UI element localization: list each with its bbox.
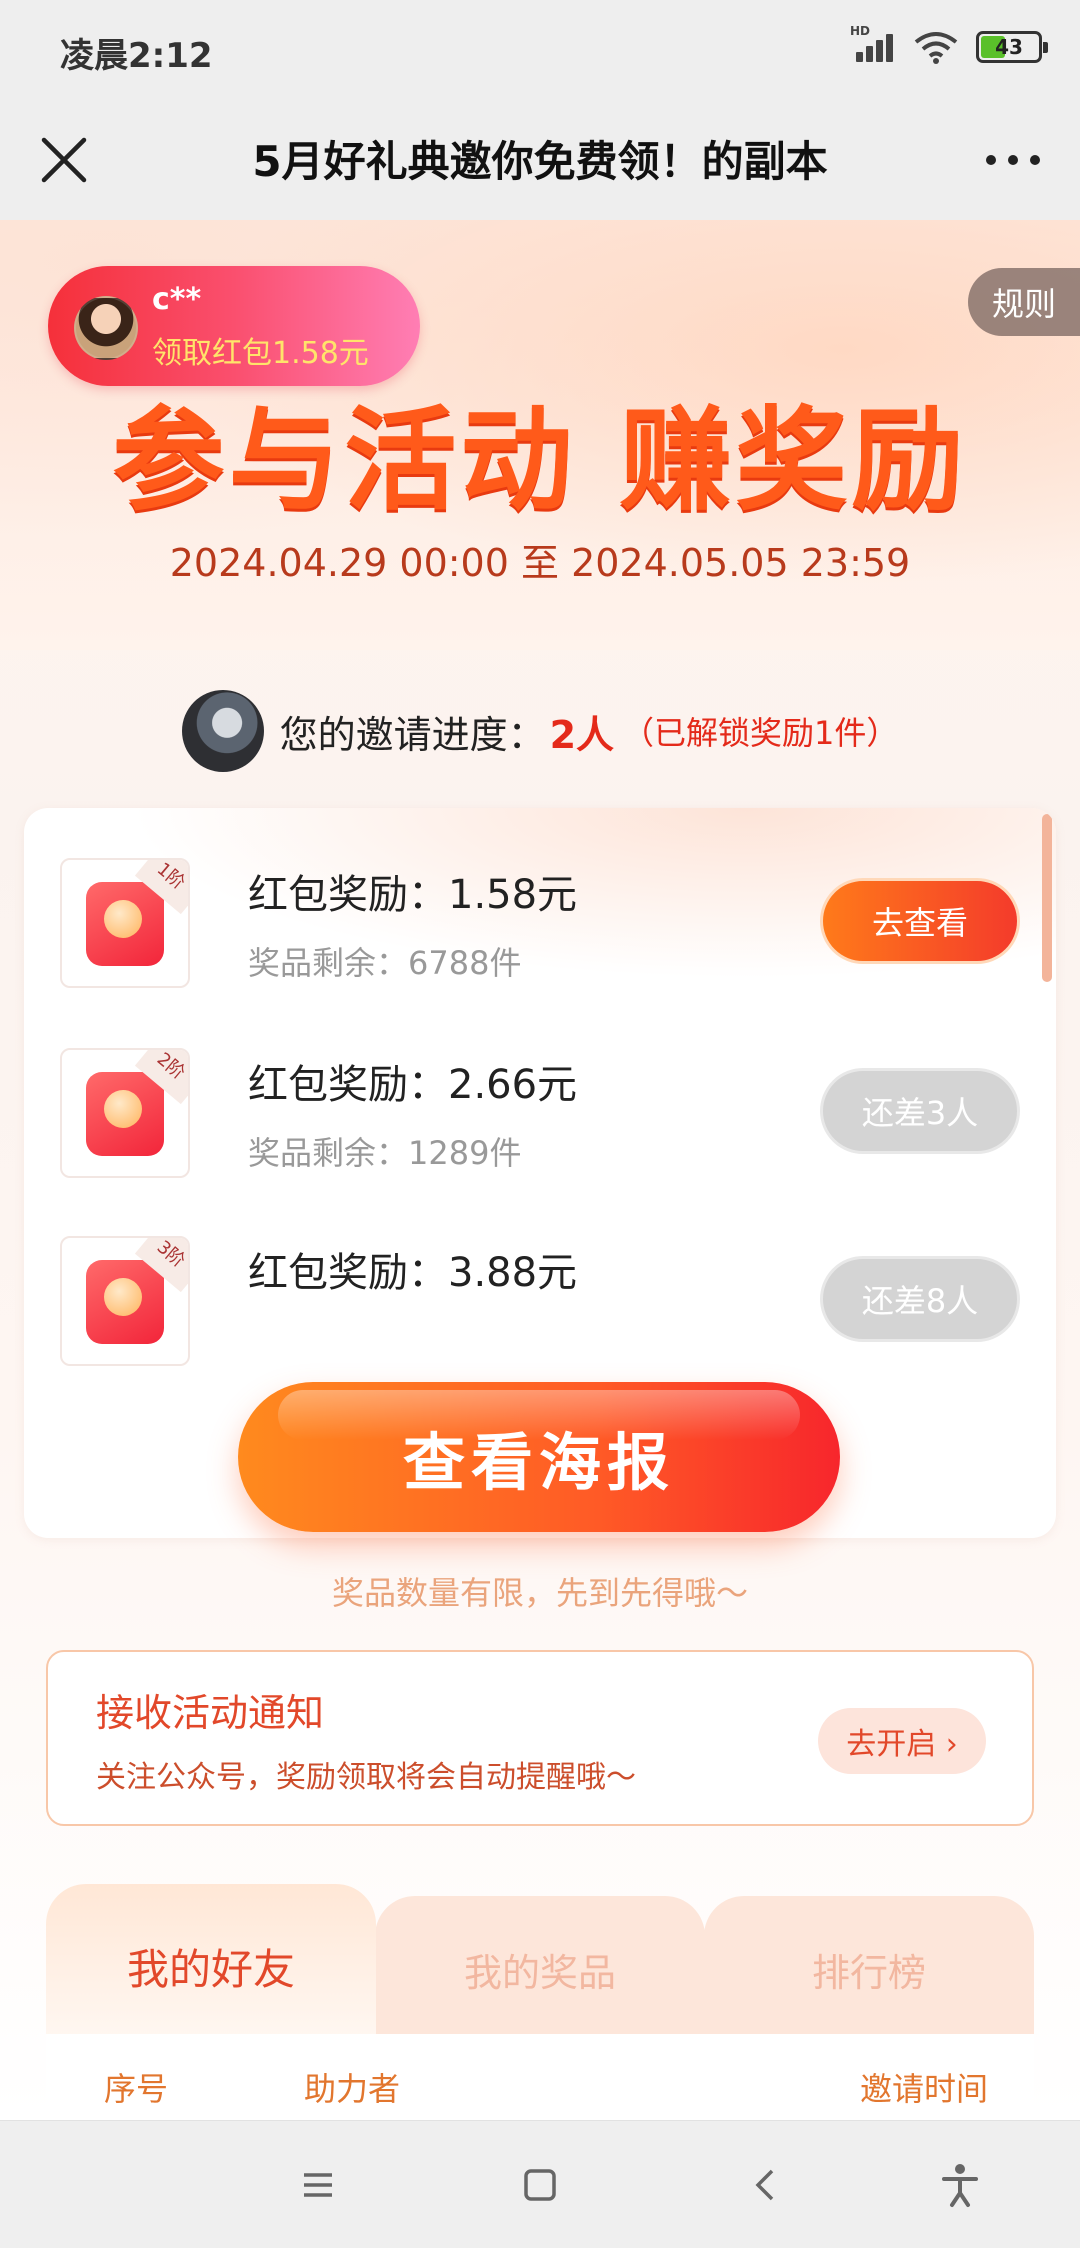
progress-note: （已解锁奖励1件） [622, 714, 899, 752]
toast-user-name: c** [152, 282, 202, 317]
limited-quantity-note: 奖品数量有限，先到先得哦～ [331, 1574, 748, 1612]
view-poster-button[interactable]: 查看海报 [238, 1382, 840, 1532]
battery-level: 43 [995, 35, 1023, 59]
page-title: 5月好礼典邀你免费领！的副本 [252, 137, 828, 186]
status-time: 凌晨2:12 [60, 36, 213, 76]
reward-title: 红包奖励：2.66元 [248, 1062, 578, 1108]
menu-icon[interactable] [288, 2155, 348, 2215]
view-poster-label: 查看海报 [402, 1426, 675, 1499]
red-envelope-icon: 2阶 [60, 1048, 190, 1178]
home-icon[interactable] [510, 2155, 570, 2215]
more-icon[interactable] [980, 130, 1046, 190]
scrollbar[interactable] [1042, 814, 1052, 982]
title-bar: 5月好礼典邀你免费领！的副本 [0, 100, 1080, 220]
notification-card: 接收活动通知 关注公众号，奖励领取将会自动提醒哦～ 去开启 › [46, 1650, 1034, 1826]
reward-title: 红包奖励：3.88元 [248, 1250, 578, 1296]
battery-icon: 43 [976, 31, 1048, 63]
signal-icon: HD [850, 24, 896, 64]
enable-notification-button[interactable]: 去开启 › [818, 1708, 986, 1774]
invite-progress: 您的邀请进度： 2人 （已解锁奖励1件） [0, 686, 1080, 776]
page-content[interactable]: 参与活动 赚奖励 2024.04.29 00:00 至 2024.05.05 2… [0, 220, 1080, 2120]
column-invite-time: 邀请时间 [859, 2070, 988, 2108]
red-envelope-icon: 1阶 [60, 858, 190, 988]
close-icon[interactable] [34, 130, 94, 190]
notification-description: 关注公众号，奖励领取将会自动提醒哦～ [96, 1760, 636, 1795]
system-nav-bar [0, 2120, 1080, 2248]
reward-toast: c** 领取红包1.58元 [48, 266, 420, 386]
progress-count: 2人 [549, 712, 615, 757]
hd-label: HD [850, 24, 871, 38]
accessibility-icon[interactable] [930, 2155, 990, 2215]
reward-stock: 奖品剩余：6788件 [248, 944, 522, 982]
table-header: 序号 助力者 邀请时间 [46, 2034, 1034, 2120]
back-icon[interactable] [736, 2155, 796, 2215]
toast-reward-text: 领取红包1.58元 [152, 336, 369, 371]
tab-my-prizes[interactable]: 我的奖品 [375, 1896, 705, 2036]
reward-stock: 奖品剩余：1289件 [248, 1134, 522, 1172]
progress-label: 您的邀请进度： [279, 712, 546, 757]
avatar [181, 690, 264, 772]
list-item: 1阶 红包奖励：1.58元 奖品剩余：6788件 去查看 [60, 858, 1020, 988]
red-envelope-icon: 3阶 [60, 1236, 190, 1366]
tab-leaderboard[interactable]: 排行榜 [704, 1896, 1034, 2036]
avatar [74, 296, 138, 360]
list-item: 3阶 红包奖励：3.88元 还差8人 [60, 1236, 1020, 1366]
rules-button[interactable]: 规则 [968, 268, 1080, 336]
status-icons: HD 43 [850, 24, 1048, 64]
reward-title: 红包奖励：1.58元 [248, 872, 578, 918]
activity-date-range: 2024.04.29 00:00 至 2024.05.05 23:59 [169, 541, 911, 585]
remaining-invites-button[interactable]: 还差3人 [820, 1068, 1020, 1154]
wifi-icon [914, 32, 958, 64]
hero-banner: 参与活动 赚奖励 2024.04.29 00:00 至 2024.05.05 2… [0, 220, 1080, 650]
notification-title: 接收活动通知 [96, 1691, 325, 1735]
status-bar: 凌晨2:12 HD 43 [0, 0, 1080, 100]
hero-title: 参与活动 赚奖励 [112, 396, 968, 526]
tab-my-friends[interactable]: 我的好友 [46, 1884, 376, 2036]
list-item: 2阶 红包奖励：2.66元 奖品剩余：1289件 还差3人 [60, 1048, 1020, 1178]
column-helper: 助力者 [304, 2070, 401, 2108]
tab-bar: 我的奖品 排行榜 我的好友 [46, 1884, 1034, 2036]
remaining-invites-button[interactable]: 还差8人 [820, 1256, 1020, 1342]
column-index: 序号 [104, 2070, 169, 2108]
view-reward-button[interactable]: 去查看 [820, 878, 1020, 964]
